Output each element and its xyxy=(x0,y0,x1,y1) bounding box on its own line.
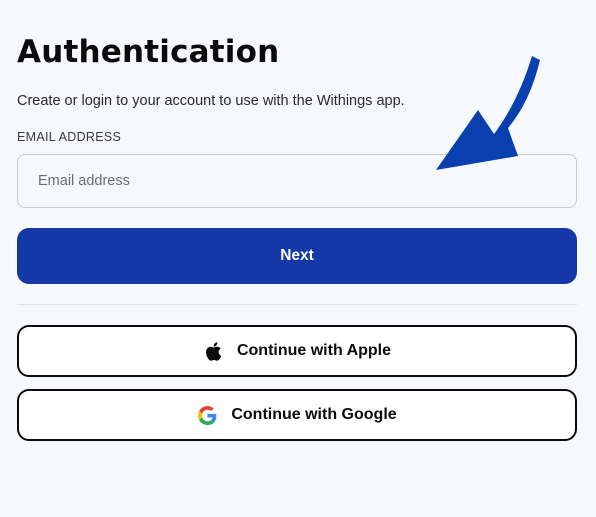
email-field-label: EMAIL ADDRESS xyxy=(17,130,122,144)
divider xyxy=(17,304,577,305)
apple-icon xyxy=(203,341,223,361)
arrow-pointer-icon xyxy=(436,56,540,170)
google-icon xyxy=(197,405,217,425)
google-button-label: Continue with Google xyxy=(231,406,397,423)
apple-button-label: Continue with Apple xyxy=(236,342,392,359)
next-button[interactable]: Next xyxy=(17,228,577,284)
page-subtitle: Create or login to your account to use w… xyxy=(17,93,405,109)
continue-with-google-button[interactable]: Continue with Google xyxy=(17,389,577,441)
continue-with-apple-button[interactable]: Continue with Apple xyxy=(17,325,577,377)
page-title: Authentication xyxy=(17,34,280,70)
